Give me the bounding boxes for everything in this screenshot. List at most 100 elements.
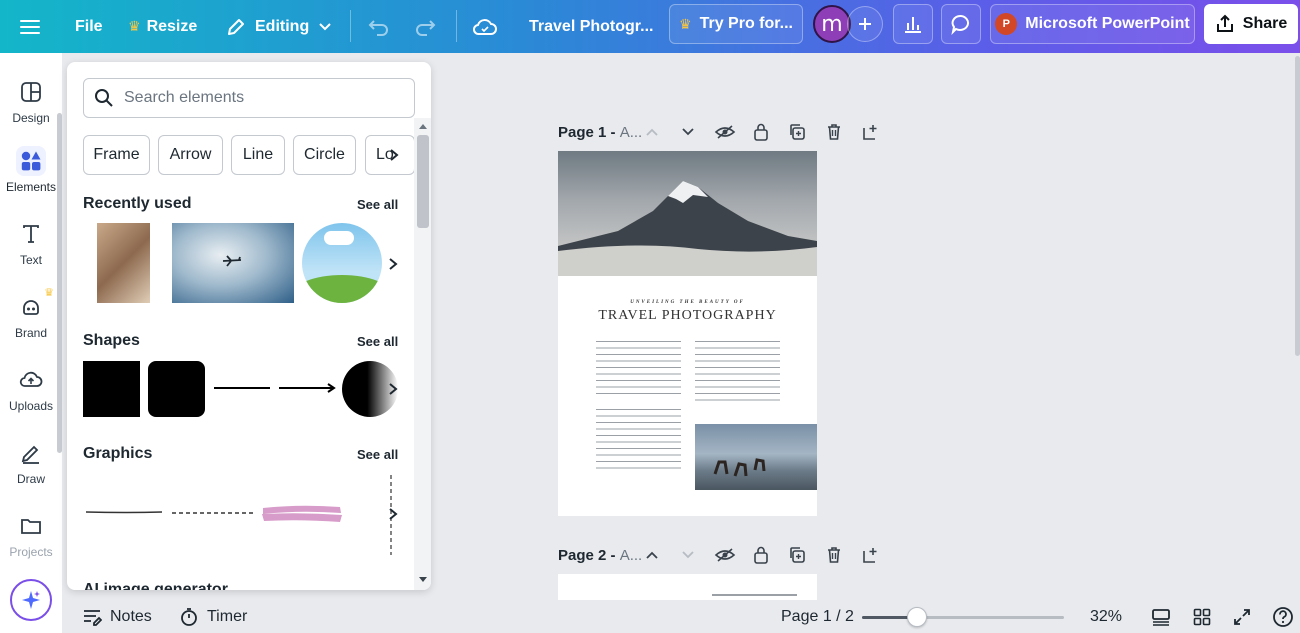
chip-line[interactable]: Line (231, 135, 285, 175)
recent-landscape-circle-thumbnail[interactable] (302, 223, 382, 303)
rail-item-design[interactable]: Design (0, 77, 62, 125)
magic-assistant-button[interactable] (10, 579, 52, 621)
chip-arrow[interactable]: Arrow (158, 135, 223, 175)
chips-scroll-right-icon[interactable] (384, 145, 404, 165)
add-page-icon[interactable] (858, 543, 882, 567)
grid-view-button[interactable] (1193, 600, 1211, 633)
rail-scrollbar[interactable] (57, 113, 62, 453)
shape-rounded-square[interactable] (148, 361, 205, 417)
lock-icon[interactable] (749, 543, 773, 567)
cloud-shape (324, 231, 354, 245)
rail-item-projects[interactable]: Projects (0, 511, 62, 559)
trash-icon[interactable] (822, 543, 846, 567)
page-indicator-button[interactable]: Page 1 / 2 (781, 600, 854, 633)
add-page-icon[interactable] (858, 120, 882, 144)
rail-item-draw[interactable]: Draw (0, 438, 62, 486)
mountain-silhouette (558, 181, 817, 276)
powerpoint-label: Microsoft PowerPoint (1025, 15, 1190, 32)
pages-view-button[interactable] (1151, 600, 1171, 633)
page-1-canvas[interactable]: UNVEILING THE BEAUTY OF TRAVEL PHOTOGRAP… (558, 151, 817, 516)
hide-page-icon[interactable] (713, 543, 737, 567)
graphic-pink-brush-stroke[interactable] (260, 502, 344, 524)
rail-item-elements[interactable]: Elements (0, 146, 62, 194)
crown-icon: ♛ (44, 287, 54, 299)
notes-icon (84, 609, 102, 626)
doc-body-text-line (712, 594, 797, 596)
doc-kicker[interactable]: UNVEILING THE BEAUTY OF (558, 300, 817, 305)
chip-frame[interactable]: Frame (83, 135, 150, 175)
comments-button[interactable] (941, 4, 981, 44)
chevron-down-icon[interactable] (676, 543, 700, 567)
recent-scroll-right-icon[interactable] (383, 254, 403, 274)
shapes-see-all-link[interactable]: See all (357, 334, 398, 349)
doc-body-text-block[interactable] (596, 341, 681, 399)
recently-used-see-all-link[interactable]: See all (357, 197, 398, 212)
share-button[interactable]: Share (1204, 4, 1298, 44)
menu-icon[interactable] (20, 0, 40, 53)
fullscreen-button[interactable] (1233, 600, 1251, 633)
page-2-canvas[interactable] (558, 574, 817, 600)
user-avatar[interactable]: m (813, 5, 851, 43)
scroll-up-icon[interactable] (418, 122, 428, 130)
search-box[interactable] (83, 78, 415, 118)
duplicate-page-icon[interactable] (785, 543, 809, 567)
graphics-see-all-link[interactable]: See all (357, 447, 398, 462)
graphic-brush-line[interactable] (85, 508, 163, 516)
editing-label: Editing (255, 17, 310, 35)
shape-line[interactable] (213, 382, 271, 394)
doc-body-text-block[interactable] (695, 341, 780, 405)
undo-icon (368, 19, 388, 36)
trash-icon[interactable] (822, 120, 846, 144)
notes-button[interactable]: Notes (82, 600, 152, 633)
page-1-toolbar: Page 1 - A... (558, 120, 642, 144)
duplicate-page-icon[interactable] (785, 120, 809, 144)
canvas-scrollbar[interactable] (1295, 56, 1300, 356)
powerpoint-button[interactable]: P Microsoft PowerPoint (990, 4, 1195, 44)
powerpoint-logo-icon: P (995, 13, 1018, 35)
shapes-title: Shapes (83, 332, 140, 349)
mountain-photo[interactable] (558, 151, 817, 276)
panel-scrollbar-thumb[interactable] (417, 135, 429, 228)
graphics-scroll-right-icon[interactable] (383, 504, 403, 524)
help-button[interactable] (1272, 600, 1294, 633)
chevron-up-icon[interactable] (640, 543, 664, 567)
recent-map-collage-thumbnail[interactable] (97, 223, 150, 303)
lock-icon[interactable] (749, 120, 773, 144)
chevron-down-icon[interactable] (676, 120, 700, 144)
search-input[interactable] (124, 89, 394, 107)
page-indicator-label: Page 1 / 2 (781, 607, 854, 625)
redo-button[interactable] (414, 0, 436, 53)
scroll-down-icon[interactable] (418, 576, 428, 584)
graphic-dashed-line[interactable] (171, 509, 255, 517)
hide-page-icon[interactable] (713, 120, 737, 144)
recent-airplane-sky-thumbnail[interactable] (172, 223, 294, 303)
llama-photo[interactable] (695, 424, 817, 490)
chip-label: Line (242, 146, 274, 163)
chevron-up-icon[interactable] (640, 120, 664, 144)
airplane-icon (222, 255, 242, 267)
shapes-scroll-right-icon[interactable] (383, 379, 403, 399)
rail-item-text[interactable]: Text (0, 219, 62, 267)
page-2-label[interactable]: Page 2 - A... (558, 547, 642, 564)
rail-label-uploads: Uploads (8, 399, 54, 413)
doc-body-text-block[interactable] (596, 409, 681, 471)
add-collaborator-button[interactable] (847, 6, 883, 42)
save-status-button[interactable] (472, 0, 498, 53)
rail-item-brand[interactable]: ♛ Brand (0, 287, 62, 340)
rail-item-uploads[interactable]: Uploads (0, 365, 62, 413)
file-menu-button[interactable]: File (75, 0, 103, 53)
design-title[interactable]: Travel Photogr... (529, 0, 653, 53)
zoom-slider-handle[interactable] (906, 607, 927, 627)
try-pro-button[interactable]: ♛ Try Pro for... (669, 4, 803, 44)
chip-circle[interactable]: Circle (293, 135, 356, 175)
insights-button[interactable] (893, 4, 933, 44)
shape-square[interactable] (83, 361, 140, 417)
page-1-label[interactable]: Page 1 - A... (558, 124, 642, 141)
timer-button[interactable]: Timer (179, 600, 247, 633)
shape-arrow-line[interactable] (278, 382, 336, 394)
undo-button[interactable] (368, 0, 390, 53)
zoom-level-button[interactable]: 32% (1090, 600, 1122, 633)
doc-heading[interactable]: TRAVEL PHOTOGRAPHY (558, 308, 817, 324)
resize-button[interactable]: ♛ Resize (128, 0, 197, 53)
editing-mode-button[interactable]: Editing (226, 0, 332, 53)
